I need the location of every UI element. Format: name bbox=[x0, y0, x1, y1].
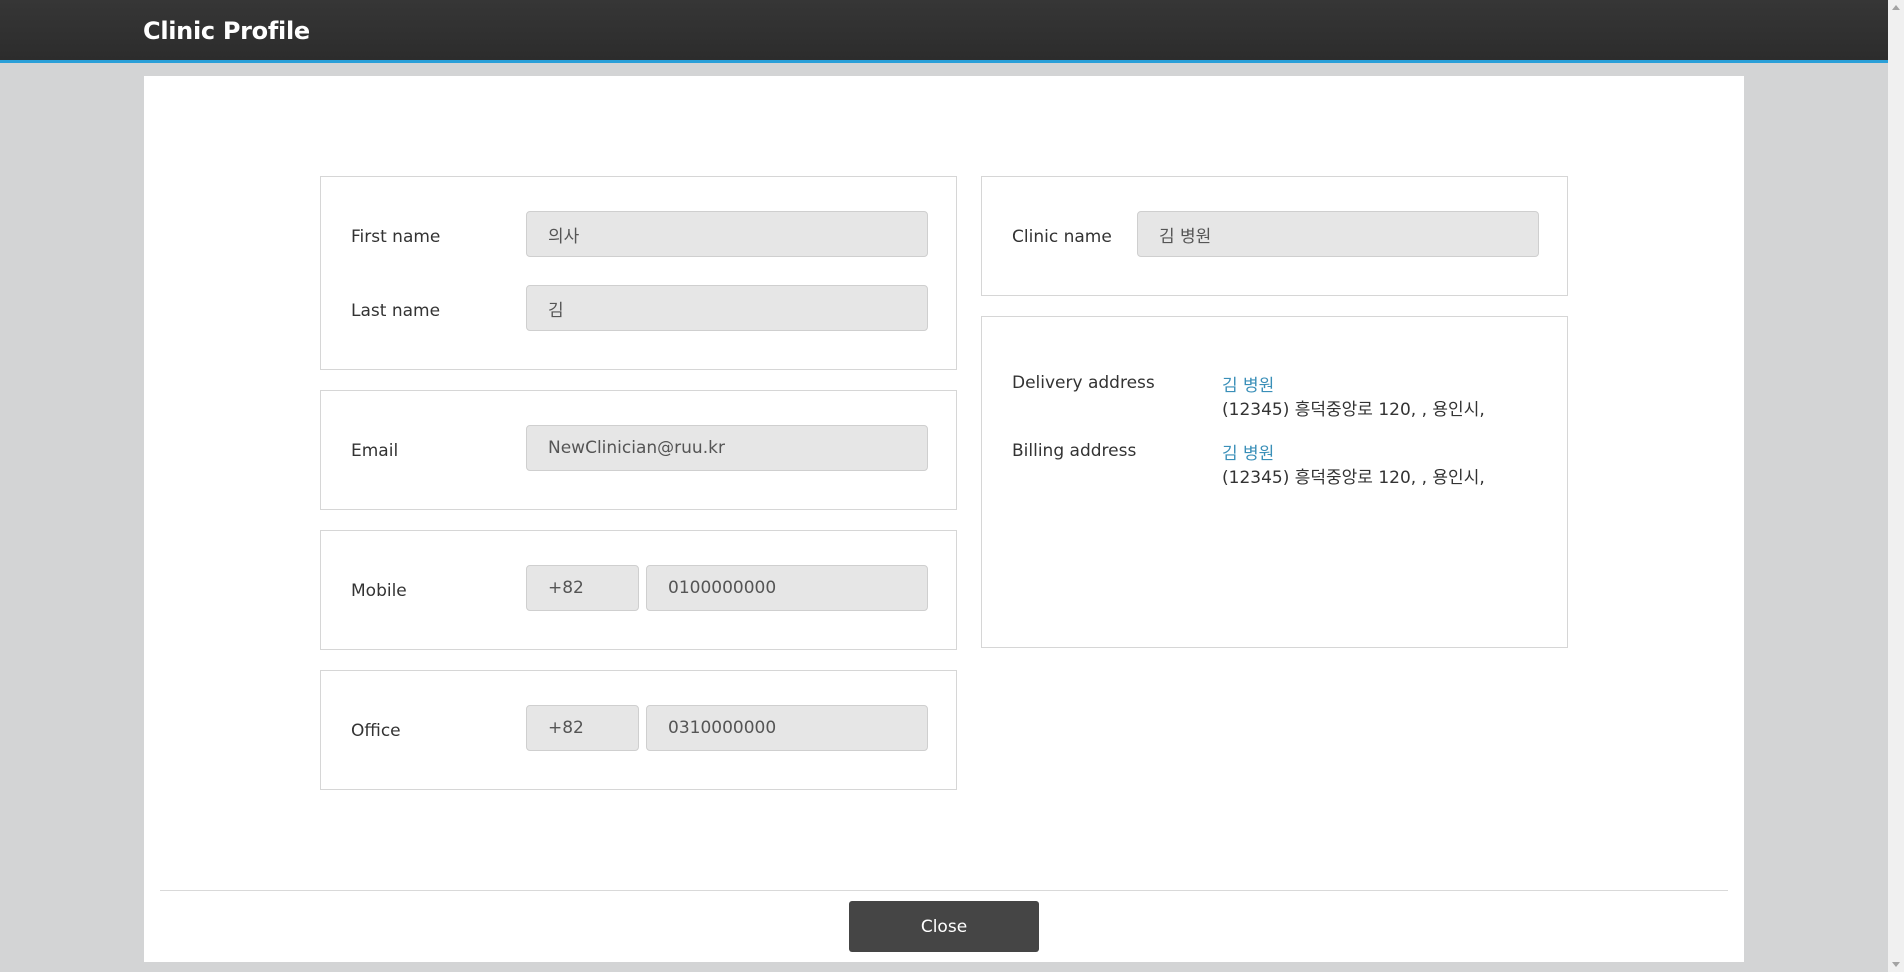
address-card: Delivery address 김 병원 (12345) 흥덕중앙로 120,… bbox=[981, 316, 1568, 648]
office-card: Office bbox=[320, 670, 957, 790]
last-name-label: Last name bbox=[351, 301, 441, 321]
page-title: Clinic Profile bbox=[143, 17, 310, 45]
mobile-card: Mobile bbox=[320, 530, 957, 650]
delivery-address-name-link[interactable]: 김 병원 bbox=[1222, 371, 1274, 396]
mobile-number-field[interactable] bbox=[646, 565, 928, 611]
billing-address-label: Billing address bbox=[1012, 441, 1137, 461]
office-number-field[interactable] bbox=[646, 705, 928, 751]
office-label: Office bbox=[351, 721, 401, 741]
delivery-address-label: Delivery address bbox=[1012, 373, 1155, 393]
header-bar: Clinic Profile bbox=[0, 0, 1888, 63]
office-country-code-field[interactable] bbox=[526, 705, 639, 751]
profile-panel: First name Last name Email Mobile Office… bbox=[144, 76, 1744, 962]
footer-divider bbox=[160, 890, 1728, 891]
billing-address-name-link[interactable]: 김 병원 bbox=[1222, 439, 1274, 464]
close-button[interactable]: Close bbox=[849, 901, 1039, 952]
clinic-name-field[interactable] bbox=[1137, 211, 1539, 257]
clinic-name-label: Clinic name bbox=[1012, 227, 1112, 247]
billing-address-text: (12345) 흥덕중앙로 120, , 용인시, bbox=[1222, 468, 1485, 488]
vertical-scrollbar[interactable] bbox=[1888, 0, 1904, 972]
clinic-name-card: Clinic name bbox=[981, 176, 1568, 296]
mobile-label: Mobile bbox=[351, 581, 407, 601]
last-name-field[interactable] bbox=[526, 285, 928, 331]
email-card: Email bbox=[320, 390, 957, 510]
email-label: Email bbox=[351, 441, 399, 461]
scroll-up-arrow-icon[interactable] bbox=[1892, 5, 1900, 10]
first-name-field[interactable] bbox=[526, 211, 928, 257]
delivery-address-text: (12345) 흥덕중앙로 120, , 용인시, bbox=[1222, 400, 1485, 420]
email-field[interactable] bbox=[526, 425, 928, 471]
scroll-thumb[interactable] bbox=[1892, 18, 1900, 952]
mobile-country-code-field[interactable] bbox=[526, 565, 639, 611]
first-name-label: First name bbox=[351, 227, 441, 247]
name-card: First name Last name bbox=[320, 176, 957, 370]
scroll-down-arrow-icon[interactable] bbox=[1892, 962, 1900, 967]
